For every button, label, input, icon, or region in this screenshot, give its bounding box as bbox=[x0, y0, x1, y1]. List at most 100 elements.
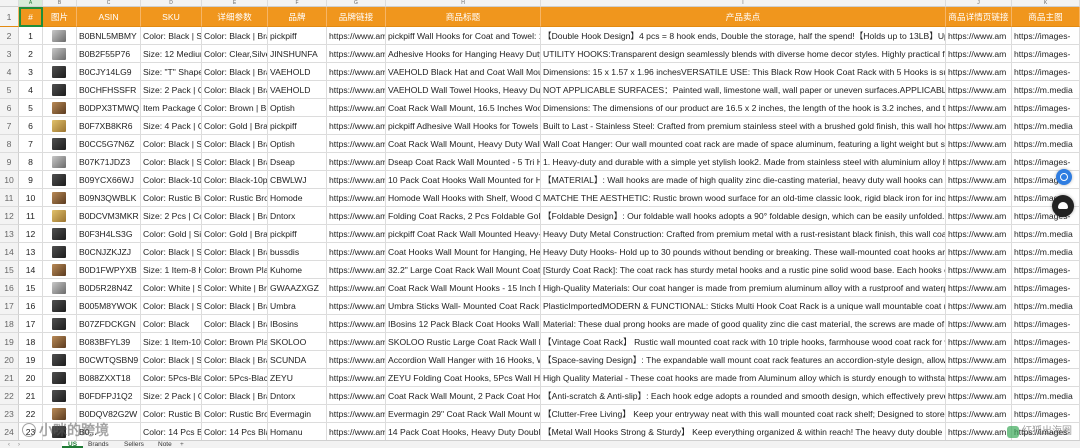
cell-sku[interactable]: Color: Black | Size bbox=[141, 153, 202, 171]
cell-selling-points[interactable]: [Sturdy Coat Rack]: The coat rack has st… bbox=[541, 261, 946, 279]
cell-detail-page-link[interactable]: https://www.am bbox=[946, 171, 1012, 189]
header-brand[interactable]: 品牌 bbox=[268, 7, 327, 27]
cell-asin[interactable]: B088ZXXT18 bbox=[77, 369, 141, 387]
cell-detail-page-link[interactable]: https://www.am bbox=[946, 405, 1012, 423]
column-letter-f[interactable]: F bbox=[268, 0, 327, 7]
cell-sku[interactable]: Size: 1 Item-10 H bbox=[141, 333, 202, 351]
header-detail-page-link[interactable]: 商品详情页链接 bbox=[946, 7, 1012, 27]
column-letter-a[interactable]: A bbox=[19, 0, 43, 7]
product-thumbnail[interactable] bbox=[52, 156, 66, 168]
cell-detail-params[interactable]: Color: Black | Brar bbox=[202, 207, 268, 225]
product-thumbnail[interactable] bbox=[52, 336, 66, 348]
cell-brand[interactable]: Umbra bbox=[268, 297, 327, 315]
cell-sku[interactable]: Size: 2 Pack | Col bbox=[141, 81, 202, 99]
row-number[interactable]: 9 bbox=[0, 153, 19, 171]
row-number[interactable]: 20 bbox=[0, 351, 19, 369]
cell-brand[interactable]: pickpiff bbox=[268, 225, 327, 243]
cell-detail-page-link[interactable]: https://www.am bbox=[946, 387, 1012, 405]
cell-detail-page-link[interactable]: https://www.am bbox=[946, 63, 1012, 81]
column-letter-i[interactable]: I bbox=[541, 0, 946, 7]
cell-brand[interactable]: Optish bbox=[268, 99, 327, 117]
cell-row-index[interactable]: 5 bbox=[19, 99, 43, 117]
cell-asin[interactable]: B0CJY14LG9 bbox=[77, 63, 141, 81]
row-number[interactable]: 6 bbox=[0, 99, 19, 117]
cell-brand[interactable]: Kuhome bbox=[268, 261, 327, 279]
row-number[interactable]: 18 bbox=[0, 315, 19, 333]
cell-sku[interactable]: Color: Rustic Brov bbox=[141, 405, 202, 423]
cell-detail-page-link[interactable]: https://www.am bbox=[946, 135, 1012, 153]
header-sku[interactable]: SKU bbox=[141, 7, 202, 27]
cell-selling-points[interactable]: 1. Heavy-duty and durable with a simple … bbox=[541, 153, 946, 171]
cell-selling-points[interactable]: PlasticImportedMODERN & FUNCTIONAL: Stic… bbox=[541, 297, 946, 315]
column-letter-h[interactable]: H bbox=[386, 0, 541, 7]
cell-row-index[interactable]: 9 bbox=[19, 171, 43, 189]
cell-selling-points[interactable]: 【Space-saving Design】: The expandable wa… bbox=[541, 351, 946, 369]
cell-detail-page-link[interactable]: https://www.am bbox=[946, 315, 1012, 333]
cell-product-title[interactable]: VAEHOLD Wall Towel Hooks, Heavy Duty S bbox=[386, 81, 541, 99]
cell-asin[interactable]: B0CNJZKJZJ bbox=[77, 243, 141, 261]
row-number[interactable]: 19 bbox=[0, 333, 19, 351]
corner-cell[interactable] bbox=[0, 0, 19, 7]
cell-brand[interactable]: VAEHOLD bbox=[268, 81, 327, 99]
cell-brand-link[interactable]: https://www.am bbox=[327, 351, 386, 369]
cell-detail-page-link[interactable]: https://www.am bbox=[946, 423, 1012, 440]
cell-detail-page-link[interactable]: https://www.am bbox=[946, 297, 1012, 315]
cell-selling-points[interactable]: 【Double Hook Design】4 pcs = 8 hook ends,… bbox=[541, 27, 946, 45]
cell-selling-points[interactable]: 【Vintage Coat Rack】 Rustic wall mounted … bbox=[541, 333, 946, 351]
cell-sku[interactable]: Size: 1 Item-8 Ho bbox=[141, 261, 202, 279]
cell-detail-params[interactable]: Color: Gold | Bran bbox=[202, 117, 268, 135]
row-number[interactable]: 12 bbox=[0, 207, 19, 225]
cell-brand-link[interactable]: https://www.am bbox=[327, 333, 386, 351]
row-number[interactable]: 8 bbox=[0, 135, 19, 153]
cell-detail-params[interactable]: Color: 5Pcs-Black bbox=[202, 369, 268, 387]
product-thumbnail[interactable] bbox=[52, 30, 66, 42]
cell-sku[interactable]: Color: Black | Size bbox=[141, 27, 202, 45]
product-thumbnail[interactable] bbox=[52, 408, 66, 420]
cell-detail-params[interactable]: Color: Black | Brar bbox=[202, 243, 268, 261]
cell-brand-link[interactable]: https://www.am bbox=[327, 297, 386, 315]
cell-main-image[interactable]: https://images- bbox=[1012, 153, 1080, 171]
cell-detail-page-link[interactable]: https://www.am bbox=[946, 189, 1012, 207]
cell-brand-link[interactable]: https://www.am bbox=[327, 387, 386, 405]
product-thumbnail[interactable] bbox=[52, 264, 66, 276]
cell-row-index[interactable]: 16 bbox=[19, 297, 43, 315]
cell-main-image[interactable]: https://images- bbox=[1012, 99, 1080, 117]
cell-sku[interactable]: Size: 4 Pack | Col bbox=[141, 117, 202, 135]
cell-detail-page-link[interactable]: https://www.am bbox=[946, 261, 1012, 279]
cell-main-image[interactable]: https://images- bbox=[1012, 279, 1080, 297]
cell-row-index[interactable]: 14 bbox=[19, 261, 43, 279]
cell-brand[interactable]: Evermagin bbox=[268, 405, 327, 423]
cell-detail-params[interactable]: Color: Black-10p bbox=[202, 171, 268, 189]
row-number[interactable]: 1 bbox=[0, 7, 19, 27]
cell-main-image[interactable]: https://m.media bbox=[1012, 81, 1080, 99]
cell-product-title[interactable]: ZEYU Folding Coat Hooks, 5Pcs Wall Hook bbox=[386, 369, 541, 387]
column-letter-e[interactable]: E bbox=[202, 0, 268, 7]
cell-main-image[interactable]: https://images- bbox=[1012, 405, 1080, 423]
cell-selling-points[interactable]: Dimensions: The dimensions of our produc… bbox=[541, 99, 946, 117]
cell-brand[interactable]: Optish bbox=[268, 135, 327, 153]
cell-asin[interactable]: B0D5R28N4Z bbox=[77, 279, 141, 297]
cell-detail-page-link[interactable]: https://www.am bbox=[946, 279, 1012, 297]
cell-asin[interactable]: B0B2F55P76 bbox=[77, 45, 141, 63]
cell-asin[interactable]: B09YCX66WJ bbox=[77, 171, 141, 189]
cell-brand-link[interactable]: https://www.am bbox=[327, 27, 386, 45]
cell-detail-params[interactable]: Color: 14 Pcs Bla bbox=[202, 423, 268, 440]
cell-sku[interactable]: Size: "T" Shape 5 bbox=[141, 63, 202, 81]
product-thumbnail[interactable] bbox=[52, 372, 66, 384]
cell-asin[interactable]: B0DPX3TMWQ bbox=[77, 99, 141, 117]
header-detail-params[interactable]: 详细参数 bbox=[202, 7, 268, 27]
row-number[interactable]: 24 bbox=[0, 423, 19, 440]
cell-selling-points[interactable]: 【Foldable Design】: Our foldable wall hoo… bbox=[541, 207, 946, 225]
cell-product-title[interactable]: Coat Rack Wall Mount, 2 Pack Coat Hooks bbox=[386, 387, 541, 405]
product-thumbnail[interactable] bbox=[52, 120, 66, 132]
cell-asin[interactable]: B0D1FWPYXB bbox=[77, 261, 141, 279]
cell-brand-link[interactable]: https://www.am bbox=[327, 45, 386, 63]
product-thumbnail[interactable] bbox=[52, 354, 66, 366]
cell-brand[interactable]: pickpiff bbox=[268, 27, 327, 45]
header-image[interactable]: 图片 bbox=[43, 7, 77, 27]
cell-detail-page-link[interactable]: https://www.am bbox=[946, 333, 1012, 351]
row-number[interactable]: 2 bbox=[0, 27, 19, 45]
cell-brand[interactable]: JINSHUNFA bbox=[268, 45, 327, 63]
cell-asin[interactable]: B083BFYL39 bbox=[77, 333, 141, 351]
cell-brand-link[interactable]: https://www.am bbox=[327, 225, 386, 243]
